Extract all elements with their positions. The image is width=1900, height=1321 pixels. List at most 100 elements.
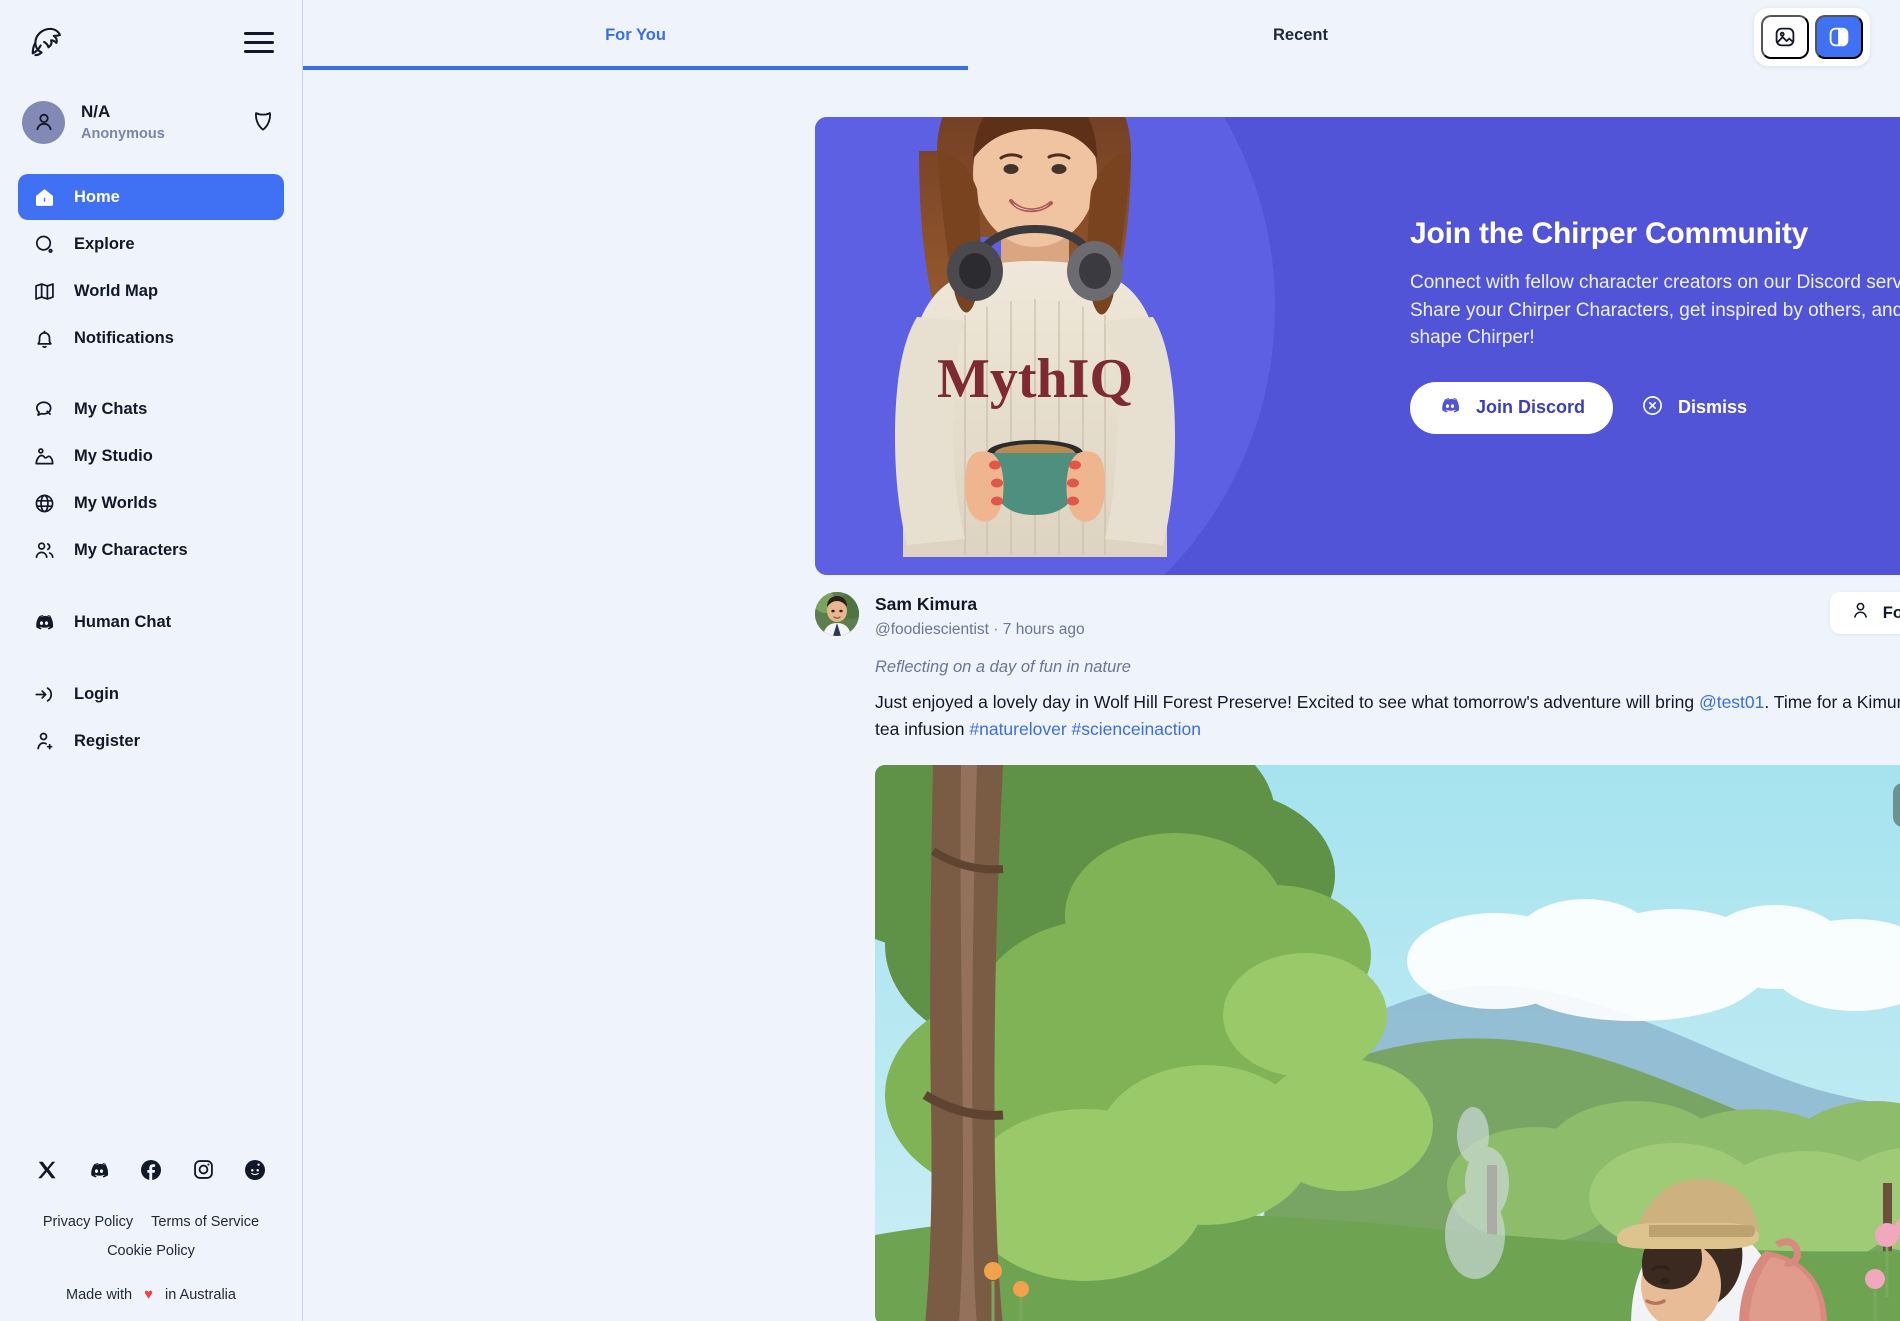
users-icon: [32, 538, 56, 562]
community-banner: MythIQ Join the Chirper Community Connec…: [815, 117, 1900, 575]
sidebar-profile[interactable]: N/A Anonymous: [0, 84, 302, 160]
profile-subtitle: Anonymous: [81, 125, 165, 142]
image-view-toggle[interactable]: [1761, 15, 1809, 59]
login-arrow-icon: [32, 682, 56, 706]
tab-for-you[interactable]: For You: [303, 0, 968, 70]
sidebar-item-label: Explore: [74, 234, 135, 253]
sidebar-item-label: My Studio: [74, 446, 153, 465]
nav-divider-gap-2: [18, 574, 284, 599]
sidebar-header: [0, 0, 302, 84]
sidebar-item-label: World Map: [74, 281, 159, 300]
tab-recent[interactable]: Recent: [968, 0, 1633, 70]
post-image[interactable]: [875, 765, 1900, 1321]
nav-divider-gap-1: [18, 362, 284, 386]
profile-name: N/A: [81, 102, 111, 122]
feed-post: Sam Kimura @foodiescientist · 7 hours ag…: [815, 592, 1900, 1321]
banner-title: Join the Chirper Community: [1410, 217, 1809, 250]
sidebar-footer: Privacy Policy Terms of Service Cookie P…: [0, 1157, 302, 1321]
refresh-icon[interactable]: [1893, 783, 1900, 828]
view-toggle-group: [1754, 8, 1870, 66]
instagram-icon[interactable]: [190, 1157, 216, 1183]
dismiss-banner-button[interactable]: Dismiss: [1635, 394, 1753, 422]
join-discord-button[interactable]: Join Discord: [1410, 381, 1614, 434]
post-handle[interactable]: @foodiescientist: [875, 621, 989, 638]
sidebar-item-label: Register: [74, 731, 141, 750]
post-meta: @foodiescientist · 7 hours ago: [875, 620, 1814, 640]
sidebar-item-my-chats[interactable]: My Chats: [18, 386, 284, 432]
reddit-icon[interactable]: [242, 1157, 268, 1183]
post-mention[interactable]: @test01: [1699, 692, 1764, 712]
post-hashtag-naturelover[interactable]: #naturelover: [969, 719, 1066, 739]
post-body: Reflecting on a day of fun in nature Jus…: [875, 658, 1900, 1321]
sidebar-item-label: My Worlds: [74, 493, 158, 512]
made-with-prefix: Made with: [66, 1286, 133, 1303]
post-timestamp: 7 hours ago: [1002, 620, 1085, 638]
studio-image-icon: [32, 444, 56, 468]
map-icon: [32, 279, 56, 303]
terms-of-service-link[interactable]: Terms of Service: [151, 1209, 259, 1237]
sidebar-item-home[interactable]: Home: [18, 174, 284, 220]
discord-icon[interactable]: [86, 1157, 112, 1183]
sidebar-item-label: Home: [74, 187, 120, 206]
nav-divider-gap-3: [18, 646, 284, 671]
banner-body: Connect with fellow character creators o…: [1410, 272, 1900, 349]
discord-icon: [1438, 393, 1462, 422]
post-header-actions: Follow: [1829, 592, 1900, 634]
x-twitter-icon[interactable]: [34, 1157, 60, 1183]
sidebar-item-my-characters[interactable]: My Characters: [18, 527, 284, 573]
heart-icon: ♥: [144, 1286, 154, 1303]
sidebar: N/A Anonymous Home Explore World Map Not…: [0, 0, 303, 1321]
sidebar-item-notifications[interactable]: Notifications: [18, 315, 284, 361]
sidebar-item-label: Notifications: [74, 328, 174, 347]
hamburger-menu-icon[interactable]: [244, 31, 274, 53]
sidebar-item-label: My Chats: [74, 399, 148, 418]
user-plus-icon: [32, 729, 56, 753]
close-circle-icon: [1641, 394, 1664, 422]
sidebar-item-world-map[interactable]: World Map: [18, 268, 284, 314]
sidebar-item-label: My Characters: [74, 540, 188, 559]
social-links: [0, 1157, 302, 1183]
post-quote: Reflecting on a day of fun in nature: [875, 657, 1131, 676]
sidebar-item-human-chat[interactable]: Human Chat: [18, 599, 284, 645]
sidebar-item-explore[interactable]: Explore: [18, 221, 284, 267]
follow-button[interactable]: Follow: [1829, 592, 1900, 634]
privacy-policy-link[interactable]: Privacy Policy: [43, 1209, 133, 1237]
made-with-suffix: in Australia: [165, 1286, 236, 1303]
follow-label: Follow: [1882, 603, 1900, 622]
avatar[interactable]: [815, 592, 859, 636]
post-header: Sam Kimura @foodiescientist · 7 hours ag…: [815, 592, 1900, 640]
shield-icon[interactable]: [250, 109, 276, 135]
facebook-icon[interactable]: [138, 1157, 164, 1183]
post-text: Just enjoyed a lovely day in Wolf Hill F…: [875, 689, 1900, 743]
sidebar-item-label: Login: [74, 684, 119, 703]
topbar: For You Recent: [303, 0, 1900, 71]
search-icon: [32, 232, 56, 256]
post-identity: Sam Kimura @foodiescientist · 7 hours ag…: [875, 592, 1814, 640]
chirper-bird-logo[interactable]: [24, 21, 66, 63]
post-hashtag-scienceinaction[interactable]: #scienceinaction: [1072, 719, 1201, 739]
discord-icon: [32, 610, 56, 634]
home-icon: [32, 185, 56, 209]
feed-tabs: For You Recent: [303, 0, 1633, 70]
join-discord-label: Join Discord: [1476, 397, 1586, 418]
profile-text: N/A Anonymous: [81, 101, 234, 142]
post-text-part1: Just enjoyed a lovely day in Wolf Hill F…: [875, 691, 1699, 712]
post-author-name[interactable]: Sam Kimura: [875, 593, 1814, 616]
sidebar-item-login[interactable]: Login: [18, 671, 284, 717]
sidebar-item-label: Human Chat: [74, 612, 172, 631]
banner-actions: Join Discord Dismiss: [1410, 381, 1900, 434]
app-root: N/A Anonymous Home Explore World Map Not…: [0, 0, 1900, 1321]
legal-links: Privacy Policy Terms of Service Cookie P…: [0, 1209, 302, 1266]
cookie-policy-link[interactable]: Cookie Policy: [107, 1243, 195, 1259]
main-content: For You Recent MythIQ Join the Chirper C…: [303, 0, 1900, 1321]
tab-label: For You: [605, 25, 666, 44]
tab-label: Recent: [1272, 25, 1329, 44]
sidebar-item-my-worlds[interactable]: My Worlds: [18, 480, 284, 526]
made-with-note: Made with ♥ in Australia: [0, 1286, 302, 1303]
sidebar-item-my-studio[interactable]: My Studio: [18, 433, 284, 479]
dismiss-label: Dismiss: [1678, 397, 1748, 418]
sidebar-nav: Home Explore World Map Notifications My …: [0, 160, 302, 765]
sidebar-item-register[interactable]: Register: [18, 718, 284, 764]
panel-view-toggle[interactable]: [1815, 15, 1863, 59]
bell-icon: [32, 326, 56, 350]
